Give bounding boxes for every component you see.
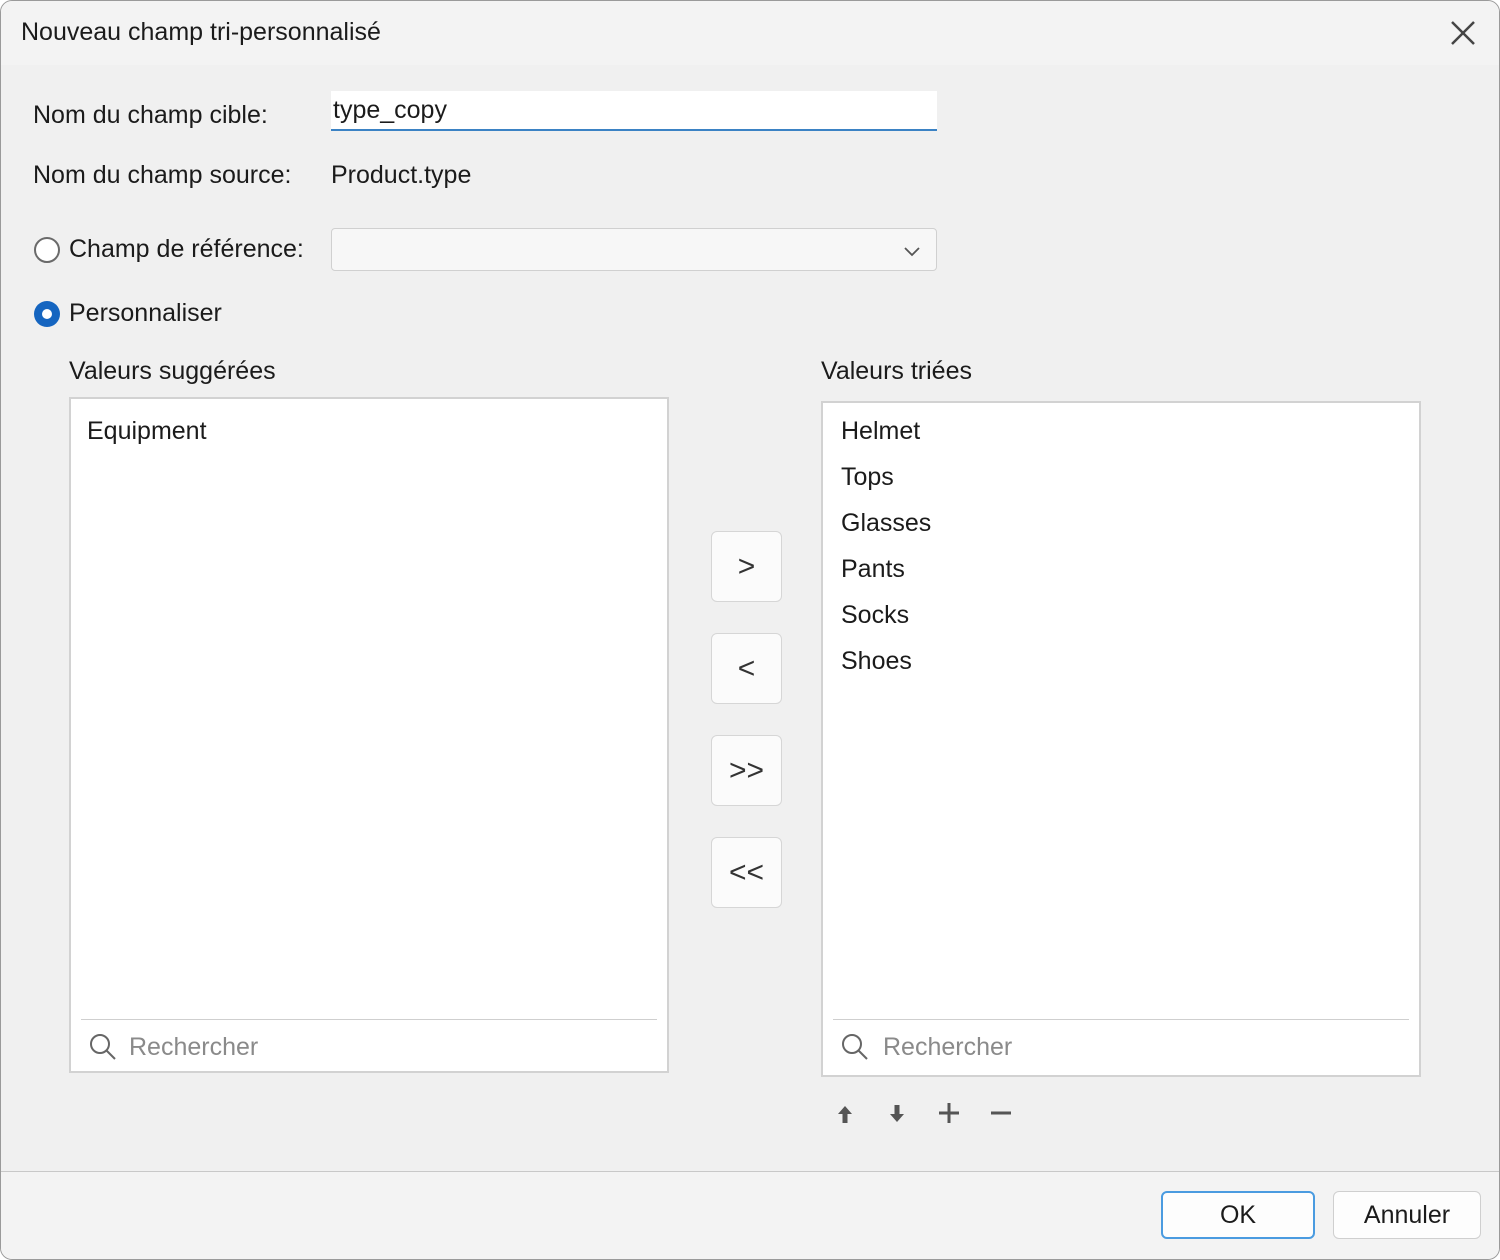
move-left-button[interactable]: < bbox=[711, 633, 782, 704]
target-field-label: Nom du champ cible: bbox=[33, 101, 268, 129]
search-icon bbox=[842, 1034, 868, 1060]
list-item[interactable]: Pants bbox=[841, 555, 905, 584]
title-bar: Nouveau champ tri-personnalisé bbox=[1, 1, 1499, 65]
dialog-window: Nouveau champ tri-personnalisé Nom du ch… bbox=[0, 0, 1500, 1260]
source-field-label: Nom du champ source: bbox=[33, 161, 292, 189]
dialog-title: Nouveau champ tri-personnalisé bbox=[21, 18, 381, 46]
search-icon bbox=[90, 1034, 116, 1060]
move-all-right-button[interactable]: >> bbox=[711, 735, 782, 806]
cancel-button[interactable]: Annuler bbox=[1333, 1191, 1481, 1239]
reference-field-radio[interactable] bbox=[34, 237, 60, 263]
close-icon[interactable] bbox=[1443, 13, 1483, 53]
suggested-values-title: Valeurs suggérées bbox=[69, 357, 276, 385]
target-field-input[interactable] bbox=[331, 91, 937, 131]
customize-label[interactable]: Personnaliser bbox=[69, 299, 222, 328]
sorted-search-input[interactable]: Rechercher bbox=[883, 1033, 1012, 1062]
chevron-down-icon bbox=[904, 247, 920, 257]
list-item[interactable]: Shoes bbox=[841, 647, 912, 676]
sorted-values-list[interactable]: Helmet Tops Glasses Pants Socks Shoes Re… bbox=[821, 401, 1421, 1077]
sorted-values-title: Valeurs triées bbox=[821, 357, 972, 385]
move-all-left-button[interactable]: << bbox=[711, 837, 782, 908]
suggested-values-list[interactable]: Equipment Rechercher bbox=[69, 397, 669, 1073]
list-item[interactable]: Helmet bbox=[841, 417, 920, 446]
reference-field-select[interactable] bbox=[331, 228, 937, 271]
list-item[interactable]: Glasses bbox=[841, 509, 931, 538]
source-field-value: Product.type bbox=[331, 161, 472, 189]
reference-field-label[interactable]: Champ de référence: bbox=[69, 235, 304, 264]
list-item[interactable]: Tops bbox=[841, 463, 894, 492]
ok-button[interactable]: OK bbox=[1161, 1191, 1315, 1239]
search-divider bbox=[81, 1019, 657, 1020]
move-right-button[interactable]: > bbox=[711, 531, 782, 602]
list-item[interactable]: Equipment bbox=[87, 417, 207, 446]
suggested-search-input[interactable]: Rechercher bbox=[129, 1033, 258, 1062]
arrow-down-icon[interactable] bbox=[885, 1102, 909, 1126]
arrow-up-icon[interactable] bbox=[833, 1102, 857, 1126]
search-divider bbox=[833, 1019, 1409, 1020]
list-item[interactable]: Socks bbox=[841, 601, 909, 630]
minus-icon[interactable] bbox=[989, 1101, 1013, 1125]
customize-radio[interactable] bbox=[34, 301, 60, 327]
plus-icon[interactable] bbox=[937, 1101, 961, 1125]
